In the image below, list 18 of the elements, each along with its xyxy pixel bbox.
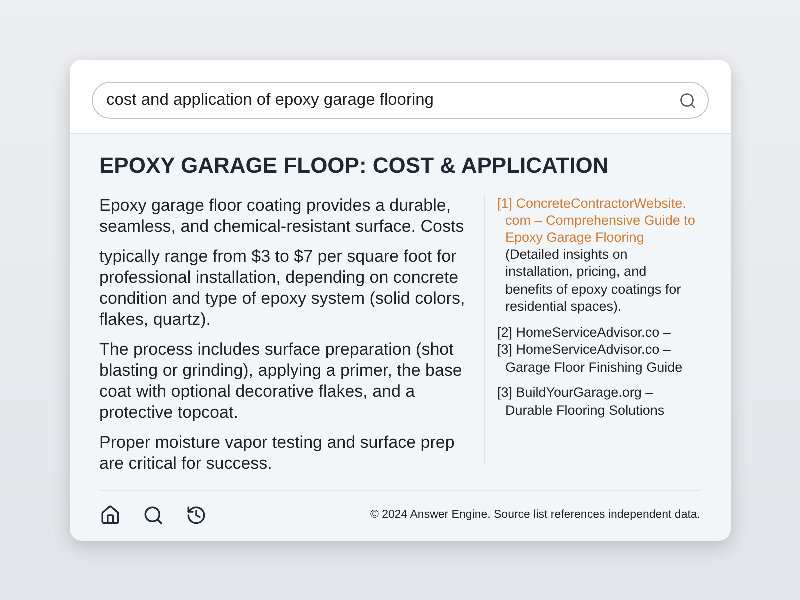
home-button[interactable] bbox=[100, 505, 120, 526]
home-icon bbox=[100, 505, 120, 526]
history-button[interactable] bbox=[186, 505, 206, 526]
answer-title: EPOXY GARAGE FLOOP: COST & APPLICATION bbox=[100, 152, 610, 178]
answer-paragraph: typically range from $3 to $7 per square foot for professional installation, depending on concrete condition and type of epoxy system (solid colors, flakes, quartz). bbox=[100, 246, 466, 330]
search-field[interactable]: cost and application of epoxy garage flooring bbox=[92, 82, 708, 118]
history-icon bbox=[186, 505, 206, 526]
copyright-text: © 2024 Answer Engine. Source list references independent data. bbox=[370, 508, 700, 523]
search-button[interactable] bbox=[142, 505, 164, 526]
answer-paragraph: The process includes surface preparation (shot blasting or grinding), applying a primer, the base coat with optional decorative flakes, and a protective topcoat. bbox=[100, 338, 464, 422]
source-entry: [3] HomeServiceAdvisor.co – Garage Floor Finishing Guide bbox=[498, 341, 684, 376]
source-description: (Detailed insights on installation, pricing, and benefits of epoxy coatings for residential spaces). bbox=[506, 246, 682, 316]
answer-paragraph: Proper moisture vapor testing and surface prep are critical for success. bbox=[100, 432, 456, 474]
source-entry: [2] HomeServiceAdvisor.co – bbox=[498, 324, 672, 341]
source-entry: [3] BuildYourGarage.org – Durable Flooring Solutions bbox=[498, 384, 666, 419]
answer-paragraph: Epoxy garage floor coating provides a durable, seamless, and chemical-resistant surface. Costs bbox=[100, 194, 466, 236]
search-icon bbox=[142, 505, 164, 526]
search-icon bbox=[678, 92, 696, 110]
